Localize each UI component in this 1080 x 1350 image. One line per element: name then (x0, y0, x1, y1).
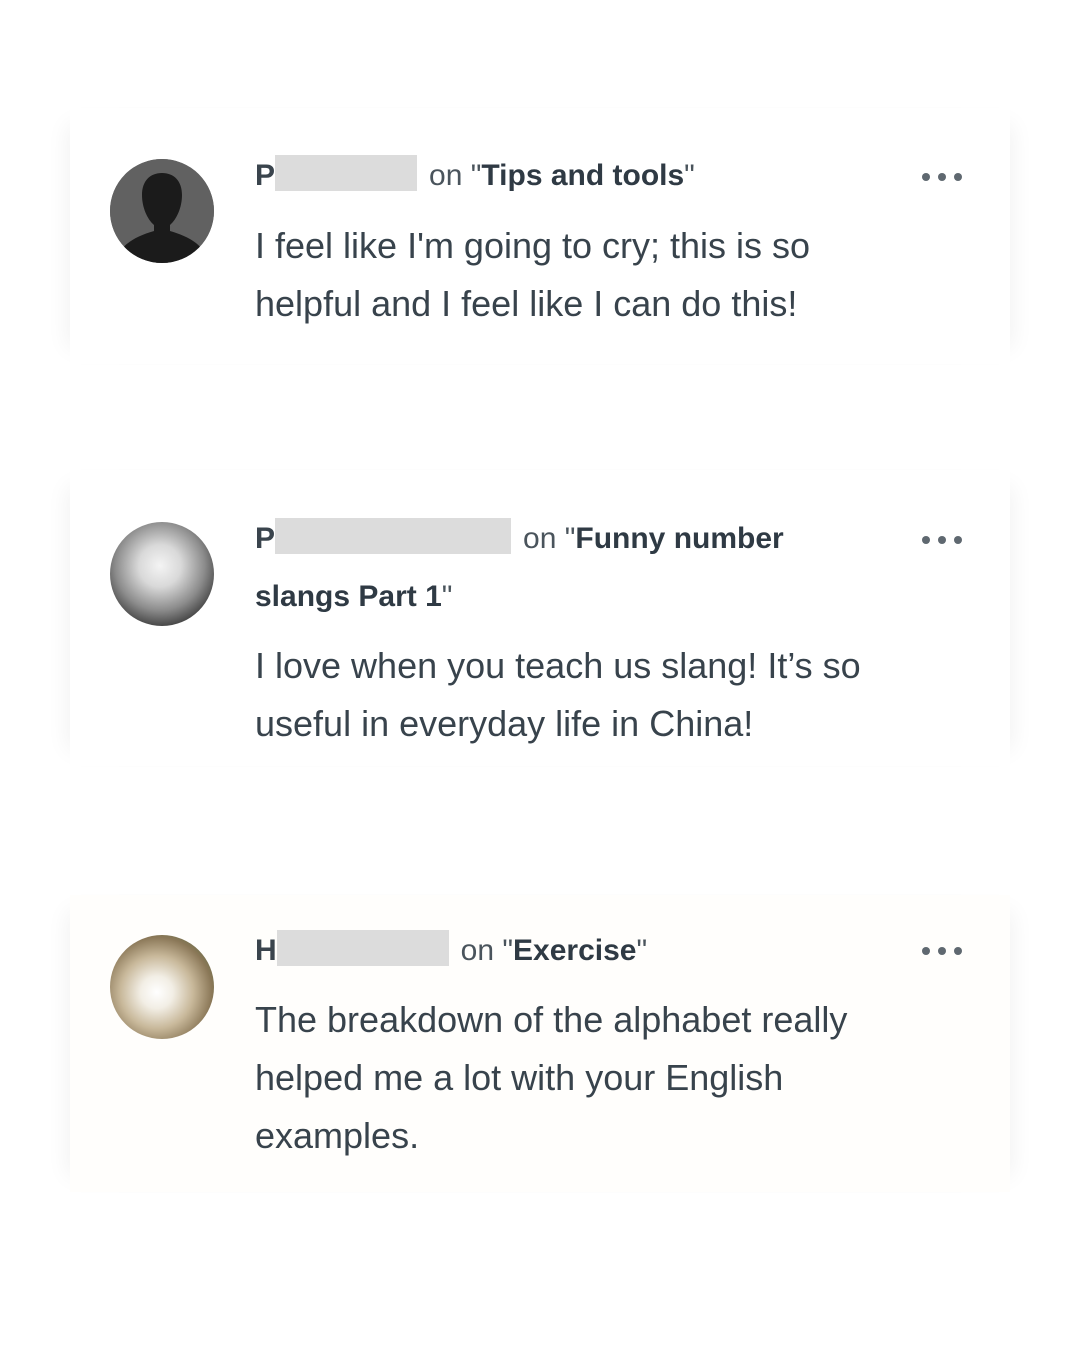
comment-card: Pon "Tips and tools" I feel like I'm goi… (70, 108, 1010, 364)
comment-text: The breakdown of the alphabet really hel… (255, 999, 848, 1156)
topic-link[interactable]: Exercise (513, 934, 636, 967)
comment-header: Pon "Funny number slangs Part 1" (255, 510, 845, 626)
redacted-name (275, 155, 418, 191)
on-prefix: on " (429, 159, 482, 192)
redacted-name (275, 518, 512, 554)
comment-header: Hon "Exercise" (255, 922, 845, 980)
on-prefix: on " (460, 934, 514, 967)
dot (954, 173, 962, 181)
author-initial[interactable]: H (255, 934, 277, 967)
on-suffix: " (684, 159, 695, 192)
comment-text: I feel like I'm going to cry; this is so… (255, 225, 811, 324)
dot (922, 173, 930, 181)
dot (938, 536, 946, 544)
comment-card: Hon "Exercise" The breakdown of the alph… (70, 895, 1010, 1192)
on-suffix: " (441, 580, 453, 613)
author-initial[interactable]: P (255, 159, 275, 192)
dot (954, 947, 962, 955)
user-avatar[interactable] (110, 522, 214, 626)
dot (938, 947, 946, 955)
user-avatar[interactable] (110, 159, 214, 263)
redacted-name (276, 930, 449, 966)
more-options-icon[interactable] (922, 941, 962, 961)
dot (922, 947, 930, 955)
topic-link[interactable]: Tips and tools (481, 159, 684, 192)
comment-text: I love when you teach us slang! It’s so … (255, 645, 861, 744)
more-options-icon[interactable] (922, 530, 962, 550)
silhouette-avatar-icon (110, 159, 214, 263)
comment-header: Pon "Tips and tools" (255, 147, 845, 205)
dot (922, 536, 930, 544)
dot (938, 173, 946, 181)
comment-card: Pon "Funny number slangs Part 1" I love … (70, 470, 1010, 766)
on-prefix: on " (523, 522, 576, 555)
comments-page: Pon "Tips and tools" I feel like I'm goi… (0, 0, 1080, 1350)
more-options-icon[interactable] (922, 167, 962, 187)
on-suffix: " (636, 934, 648, 967)
dot (954, 536, 962, 544)
author-initial[interactable]: P (255, 522, 275, 555)
user-avatar[interactable] (110, 935, 214, 1039)
